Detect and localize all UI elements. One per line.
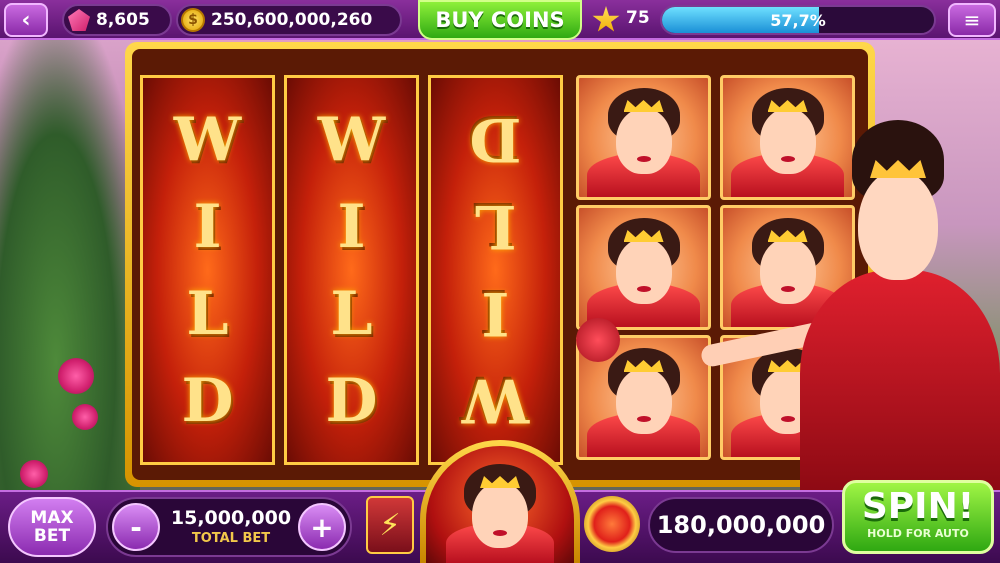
hamburger-icon: ≡ [963, 8, 981, 32]
back-arrow-icon: ‹ [21, 7, 31, 33]
buy-coins-button[interactable]: BUY COINS [418, 0, 582, 40]
gem-count: 8,605 [96, 10, 150, 30]
top-bar: ‹ 8,605 $ 250,600,000,260 BUY COINS 75 5… [0, 0, 1000, 40]
max-bet-button[interactable]: MAX BET [8, 497, 96, 557]
star-icon [592, 6, 620, 32]
wild-letter: W [173, 104, 242, 175]
hold-for-auto-label: HOLD FOR AUTO [867, 527, 969, 540]
rose-decoration [20, 460, 48, 488]
wild-letter: D [469, 104, 522, 175]
coin-balance[interactable]: $ 250,600,000,260 [176, 4, 402, 36]
max-bet-label: MAX BET [30, 508, 74, 546]
gem-balance[interactable]: 8,605 [62, 4, 172, 36]
menu-button[interactable]: ≡ [948, 3, 996, 37]
spin-button[interactable]: SPIN! HOLD FOR AUTO [842, 480, 994, 554]
total-bet-label: TOTAL BET [191, 531, 271, 546]
wild-letter: W [461, 365, 530, 436]
bonus-orb-icon[interactable] [584, 496, 640, 552]
wild-letter: I [481, 278, 510, 349]
wild-reel-3: W I L D [428, 75, 563, 465]
coin-count: 250,600,000,260 [211, 10, 373, 30]
wild-reel-2: W I L D [284, 75, 419, 465]
decrease-bet-button[interactable]: - [112, 503, 160, 551]
rose-decoration [58, 358, 94, 394]
wild-letter: I [193, 191, 222, 262]
win-amount: 180,000,000 [648, 497, 834, 553]
increase-bet-button[interactable]: + [298, 503, 346, 551]
wild-letter: W [317, 104, 386, 175]
queen-symbol [576, 205, 711, 330]
player-level: 75 [626, 8, 650, 28]
total-bet-value: 15,000,000 [170, 507, 292, 529]
wild-letter: I [337, 191, 366, 262]
wild-letter: L [186, 278, 229, 349]
rose-decoration [72, 404, 98, 430]
garden-background-left [0, 40, 140, 500]
coin-icon: $ [181, 8, 205, 32]
lightning-icon: ⚡ [379, 507, 401, 543]
queen-symbol [576, 335, 711, 460]
lightning-booster-button[interactable]: ⚡ [366, 496, 414, 554]
spin-label: SPIN! [861, 486, 975, 527]
wild-letter: L [330, 278, 373, 349]
total-bet-control: - 15,000,000 TOTAL BET + [106, 497, 352, 557]
queen-symbol [720, 205, 855, 330]
queen-symbol [720, 335, 855, 460]
xp-progress-bar: 57,7% [660, 5, 936, 35]
wild-letter: D [325, 365, 378, 436]
wild-letter: D [181, 365, 234, 436]
slot-machine-frame: W I L D W I L D W I L D [125, 42, 875, 487]
queen-symbol [576, 75, 711, 200]
reels-area: W I L D W I L D W I L D [132, 49, 868, 480]
wild-letter: L [474, 191, 517, 262]
queen-symbol [720, 75, 855, 200]
gem-icon [68, 9, 90, 31]
wild-reel-1: W I L D [140, 75, 275, 465]
back-button[interactable]: ‹ [4, 3, 48, 37]
xp-percent: 57,7% [770, 10, 826, 30]
